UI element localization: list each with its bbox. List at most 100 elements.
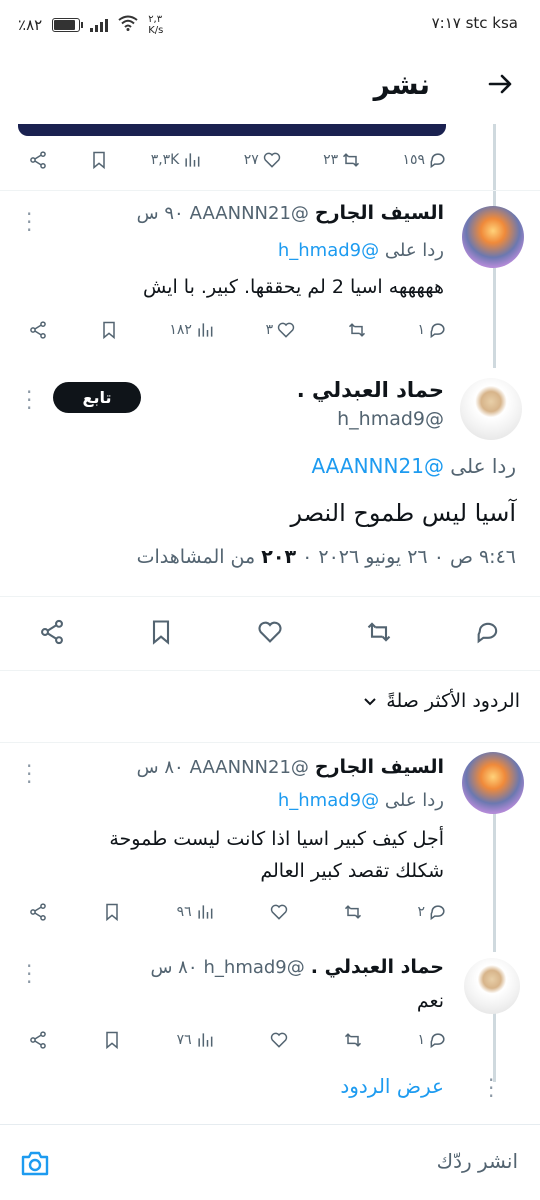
wifi-icon [118, 15, 138, 35]
views-button[interactable]: ١٨٢ [169, 320, 215, 340]
sort-label: الردود الأكثر صلةً [386, 690, 520, 712]
user-name[interactable]: حماد العبدلي . [297, 378, 444, 402]
thread-line [493, 268, 496, 368]
user-name[interactable]: السيف الجارح [315, 202, 444, 224]
divider [0, 742, 540, 743]
carrier: stc ksa [465, 14, 518, 32]
embedded-media-card[interactable] [18, 124, 446, 136]
timestamp: ٩:٤٦ ص ٠ ٢٦ يونيو ٢٠٢٦ ٠ [302, 546, 516, 568]
reply-to-mention[interactable]: @h_hmad9 [278, 790, 379, 811]
main-tweet-actions [38, 618, 502, 646]
reply-count: ١ [417, 322, 425, 338]
retweet-button[interactable] [343, 1030, 363, 1050]
views-count: ٣,٣K [150, 152, 180, 168]
reply-to-mention[interactable]: @h_hmad9 [278, 240, 379, 261]
share-button[interactable] [38, 618, 66, 646]
battery-icon [52, 18, 84, 32]
more-options-icon[interactable]: · · · [26, 956, 32, 992]
like-count: ٢٧ [243, 152, 259, 168]
chevron-down-icon [364, 698, 376, 706]
bookmark-button[interactable] [102, 902, 122, 922]
reply-to-mention[interactable]: @AAANNN21 [311, 454, 444, 478]
status-right: ٧:١٧ stc ksa [432, 14, 518, 32]
camera-icon[interactable] [20, 1149, 50, 1177]
share-icon [30, 321, 46, 339]
top-tweet-actions: ١٥٩ ٢٣ ٢٧ ٣,٣K [28, 150, 448, 170]
reply-to-line: ردا على @AAANNN21 [311, 454, 516, 478]
reply-button[interactable]: ١٥٩ [402, 150, 448, 170]
bookmark-button[interactable] [102, 1030, 122, 1050]
like-button[interactable] [269, 902, 289, 922]
reply-count: ٢ [417, 904, 425, 920]
heart-icon [270, 904, 288, 920]
bookmark-button[interactable] [89, 150, 109, 170]
retweet-button[interactable] [343, 902, 363, 922]
reply-button[interactable]: ٢ [417, 902, 448, 922]
share-button[interactable] [28, 150, 48, 170]
divider [0, 596, 540, 597]
reply-input[interactable]: انشر ردّك [437, 1149, 518, 1173]
bookmark-icon [152, 620, 170, 645]
user-handle[interactable]: @h_hmad9 [204, 957, 305, 978]
user-handle[interactable]: @AAANNN21 [190, 757, 309, 778]
retweet-button[interactable] [347, 320, 367, 340]
like-button[interactable] [269, 1030, 289, 1050]
bookmark-icon [106, 1031, 119, 1050]
thread-line [493, 124, 496, 214]
views-button[interactable]: ٧٦ [177, 1030, 215, 1050]
thread-line [493, 812, 496, 952]
heart-icon [258, 621, 282, 643]
views-icon [198, 323, 213, 337]
user-handle[interactable]: @h_hmad9 [337, 408, 444, 430]
more-options-icon[interactable]: · · · [26, 204, 32, 240]
avatar[interactable] [462, 206, 524, 268]
avatar[interactable] [462, 752, 524, 814]
follow-button[interactable]: تابع [53, 382, 141, 413]
bookmark-button[interactable] [99, 320, 119, 340]
more-options-icon[interactable]: · · · [26, 756, 32, 792]
reply-to-prefix: ردا على [384, 790, 444, 811]
like-button[interactable] [256, 618, 284, 646]
status-bar: ٪٨٢ ٢,٣ K/s ٧:١٧ stc ksa [0, 0, 540, 48]
reply-button[interactable]: ١ [417, 320, 448, 340]
tweet-time: ٨٠ س [136, 756, 184, 778]
tweet-header: حماد العبدلي . @h_hmad9 ٨٠ س [44, 956, 444, 978]
views-icon [198, 1033, 213, 1047]
reply-button[interactable] [474, 618, 502, 646]
views-button[interactable]: ٩٦ [177, 902, 215, 922]
avatar[interactable] [464, 958, 520, 1014]
bookmark-icon [93, 151, 106, 170]
views-icon [198, 905, 213, 919]
like-button[interactable]: ٢٧ [244, 150, 282, 170]
reply-to-prefix: ردا على [384, 240, 444, 261]
tweet-meta: ٩:٤٦ ص ٠ ٢٦ يونيو ٢٠٢٦ ٠ ٢٠٣ من المشاهدا… [137, 546, 516, 568]
sort-replies-dropdown[interactable]: الردود الأكثر صلةً [362, 690, 520, 712]
tweet-header: السيف الجارح @AAANNN21 ٨٠ س [44, 756, 444, 778]
avatar[interactable] [460, 378, 522, 440]
share-button[interactable] [28, 1030, 48, 1050]
reply-count: ١٥٩ [402, 152, 425, 168]
more-options-icon[interactable]: · · · [26, 382, 32, 418]
show-replies-link[interactable]: عرض الردود [340, 1074, 444, 1098]
retweet-button[interactable]: ٢٣ [323, 150, 361, 170]
user-name[interactable]: حماد العبدلي . [311, 956, 444, 978]
page-title: نشر [373, 68, 430, 101]
retweet-button[interactable] [365, 618, 393, 646]
back-arrow-icon[interactable] [486, 70, 514, 106]
bookmark-button[interactable] [147, 618, 175, 646]
user-handle[interactable]: @AAANNN21 [190, 203, 309, 224]
compose-bar: انشر ردّك [0, 1124, 540, 1200]
bookmark-icon [102, 321, 115, 340]
header: نشر [0, 48, 540, 124]
user-name[interactable]: السيف الجارح [315, 756, 444, 778]
share-button[interactable] [28, 902, 48, 922]
reply-button[interactable]: ١ [417, 1030, 448, 1050]
retweet-icon [343, 153, 360, 167]
network-speed: ٢,٣ K/s [148, 14, 164, 36]
share-button[interactable] [28, 320, 48, 340]
reply-icon [477, 622, 498, 644]
views-button[interactable]: ٣,٣K [151, 150, 203, 170]
like-button[interactable]: ٣ [266, 320, 297, 340]
bookmark-icon [106, 903, 119, 922]
heart-icon [263, 152, 280, 168]
